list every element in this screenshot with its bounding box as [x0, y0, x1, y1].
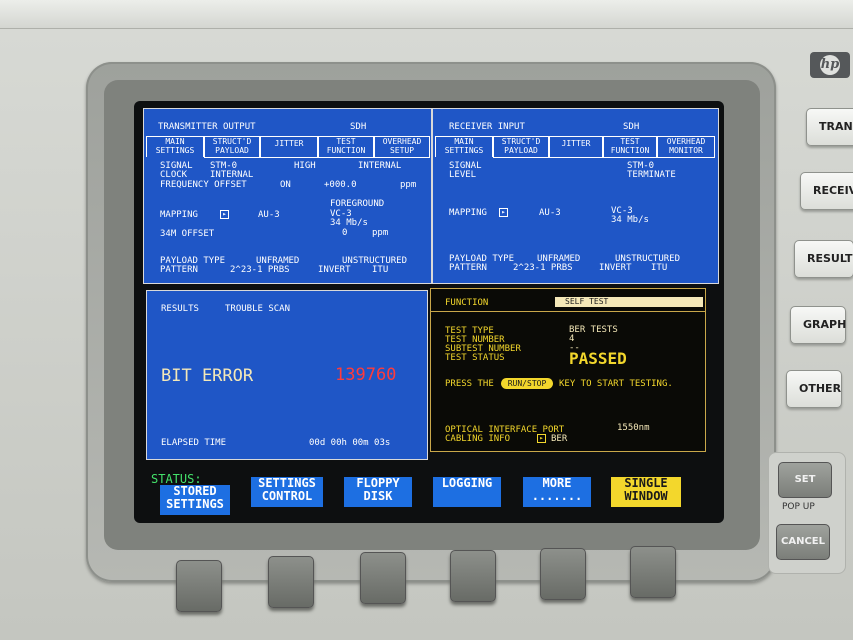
press-text-post: KEY TO START TESTING. [559, 379, 673, 389]
transmit-button[interactable]: TRANSM [806, 108, 853, 146]
rx-pattern-std[interactable]: ITU [651, 264, 667, 273]
results-panel: RESULTS TROUBLE SCAN BIT ERROR 139760 EL… [146, 290, 428, 460]
rx-rate: 34 Mb/s [611, 215, 649, 225]
softkey-floppy-disk[interactable]: FLOPPY DISK [344, 477, 412, 507]
test-status-label: TEST STATUS [445, 353, 505, 363]
rx-pattern-invert[interactable]: INVERT [599, 264, 632, 273]
function-selected-field[interactable]: SELF TEST [555, 297, 703, 307]
softkey-logging[interactable]: LOGGING [433, 477, 501, 507]
bit-error-label: BIT ERROR [161, 366, 254, 386]
rx-pattern-value[interactable]: 2^23-1 PRBS [513, 264, 573, 273]
tab-rx-jitter[interactable]: JITTER [549, 136, 603, 158]
tx-pattern-label: PATTERN [160, 265, 198, 275]
tab-rx-test-function[interactable]: TEST FUNCTION [603, 136, 657, 158]
tx-mapping-label: MAPPING [160, 210, 198, 220]
softkey-stored-settings[interactable]: STORED SETTINGS [160, 485, 230, 515]
function-panel: FUNCTION SELF TEST TEST TYPE BER TESTS T… [430, 288, 706, 452]
other-button[interactable]: OTHER [786, 370, 842, 408]
tab-rx-structd-payload[interactable]: STRUCT'D PAYLOAD [493, 136, 549, 158]
receiver-panel: RECEIVER INPUT SDH MAIN SETTINGS STRUCT'… [432, 108, 719, 284]
cancel-button[interactable]: CANCEL [776, 524, 830, 560]
tab-rx-overhead-monitor[interactable]: OVERHEAD MONITOR [657, 136, 715, 158]
function-title: FUNCTION [445, 298, 489, 308]
tx-freq-label: FREQUENCY OFFSET [160, 180, 247, 190]
rx-title: RECEIVER INPUT [449, 122, 525, 132]
elapsed-time-value: 00d 00h 00m 03s [309, 438, 391, 448]
tab-tx-test-function[interactable]: TEST FUNCTION [318, 136, 374, 158]
tx-title: TRANSMITTER OUTPUT [158, 122, 256, 132]
top-trim [0, 0, 853, 29]
rx-pattern-label: PATTERN [449, 263, 487, 273]
function-divider [431, 311, 705, 312]
tab-rx-main-settings[interactable]: MAIN SETTINGS [435, 136, 493, 157]
tx-signal-internal[interactable]: INTERNAL [358, 162, 401, 171]
rx-level-value[interactable]: TERMINATE [627, 171, 676, 180]
tx-pattern-invert[interactable]: INVERT [318, 266, 351, 275]
tab-tx-jitter[interactable]: JITTER [260, 136, 318, 158]
tab-tx-overhead-setup[interactable]: OVERHEAD SETUP [374, 136, 430, 158]
hw-softkey-6[interactable] [630, 546, 676, 598]
cabling-expand-icon[interactable]: ▸ [537, 434, 546, 443]
hw-softkey-3[interactable] [360, 552, 406, 604]
graph-button[interactable]: GRAPH [790, 306, 846, 344]
hw-softkey-1[interactable] [176, 560, 222, 612]
tx-offset-value[interactable]: 0 [342, 229, 347, 238]
hw-softkey-2[interactable] [268, 556, 314, 608]
rx-level-label: LEVEL [449, 170, 477, 180]
tx-foreground: FOREGROUND [330, 199, 385, 209]
cabling-info-value[interactable]: BER [551, 435, 567, 444]
tab-tx-main-settings[interactable]: MAIN SETTINGS [146, 136, 204, 157]
tx-pattern-value[interactable]: 2^23-1 PRBS [230, 266, 290, 275]
set-button[interactable]: SET [778, 462, 832, 498]
transmitter-panel: TRANSMITTER OUTPUT SDH MAIN SETTINGS STR… [143, 108, 432, 284]
tx-mapping-value[interactable]: AU-3 [258, 211, 280, 220]
receive-button[interactable]: RECEIVE [800, 172, 853, 210]
tx-freq-unit: ppm [400, 180, 417, 190]
run-stop-key-hint: RUN/STOP [501, 378, 553, 389]
tx-freq-value[interactable]: +000.0 [324, 181, 357, 190]
results-subtitle: TROUBLE SCAN [225, 304, 291, 314]
hp-logo: hp [810, 52, 850, 78]
press-text-pre: PRESS THE [445, 379, 494, 389]
rx-mode: SDH [623, 122, 640, 132]
rx-mapping-label: MAPPING [449, 208, 487, 218]
tx-mode: SDH [350, 122, 367, 132]
rx-mapping-expand-icon[interactable]: ▸ [499, 208, 508, 217]
hw-softkey-5[interactable] [540, 548, 586, 600]
tx-mapping-expand-icon[interactable]: ▸ [220, 210, 229, 219]
results-button[interactable]: RESULTS [794, 240, 853, 278]
rx-mapping-value[interactable]: AU-3 [539, 209, 561, 218]
hw-softkey-4[interactable] [450, 550, 496, 602]
softkey-single-window[interactable]: SINGLE WINDOW [611, 477, 681, 507]
results-title: RESULTS [161, 304, 199, 314]
elapsed-time-label: ELAPSED TIME [161, 438, 227, 448]
test-type-value[interactable]: BER TESTS [569, 326, 618, 335]
tab-tx-structd-payload[interactable]: STRUCT'D PAYLOAD [204, 136, 260, 158]
tx-offset-unit: ppm [372, 228, 389, 238]
tx-offset-label: 34M OFFSET [160, 229, 215, 239]
hp-logo-mark: hp [820, 55, 840, 75]
optical-port-value[interactable]: 1550nm [617, 424, 650, 433]
cabling-info-label: CABLING INFO [445, 434, 511, 444]
tx-freq-state[interactable]: ON [280, 181, 291, 190]
tx-clock-value[interactable]: INTERNAL [210, 171, 253, 180]
tx-rate: 34 Mb/s [330, 218, 368, 228]
popup-label: POP UP [782, 502, 815, 512]
tx-clock-label: CLOCK [160, 170, 188, 180]
tx-signal-level[interactable]: HIGH [294, 162, 316, 171]
tx-pattern-std[interactable]: ITU [372, 266, 388, 275]
test-status-value: PASSED [569, 349, 627, 368]
softkey-settings-control[interactable]: SETTINGS CONTROL [251, 477, 323, 507]
bit-error-count: 139760 [335, 365, 397, 385]
softkey-more[interactable]: MORE ....... [523, 477, 591, 507]
